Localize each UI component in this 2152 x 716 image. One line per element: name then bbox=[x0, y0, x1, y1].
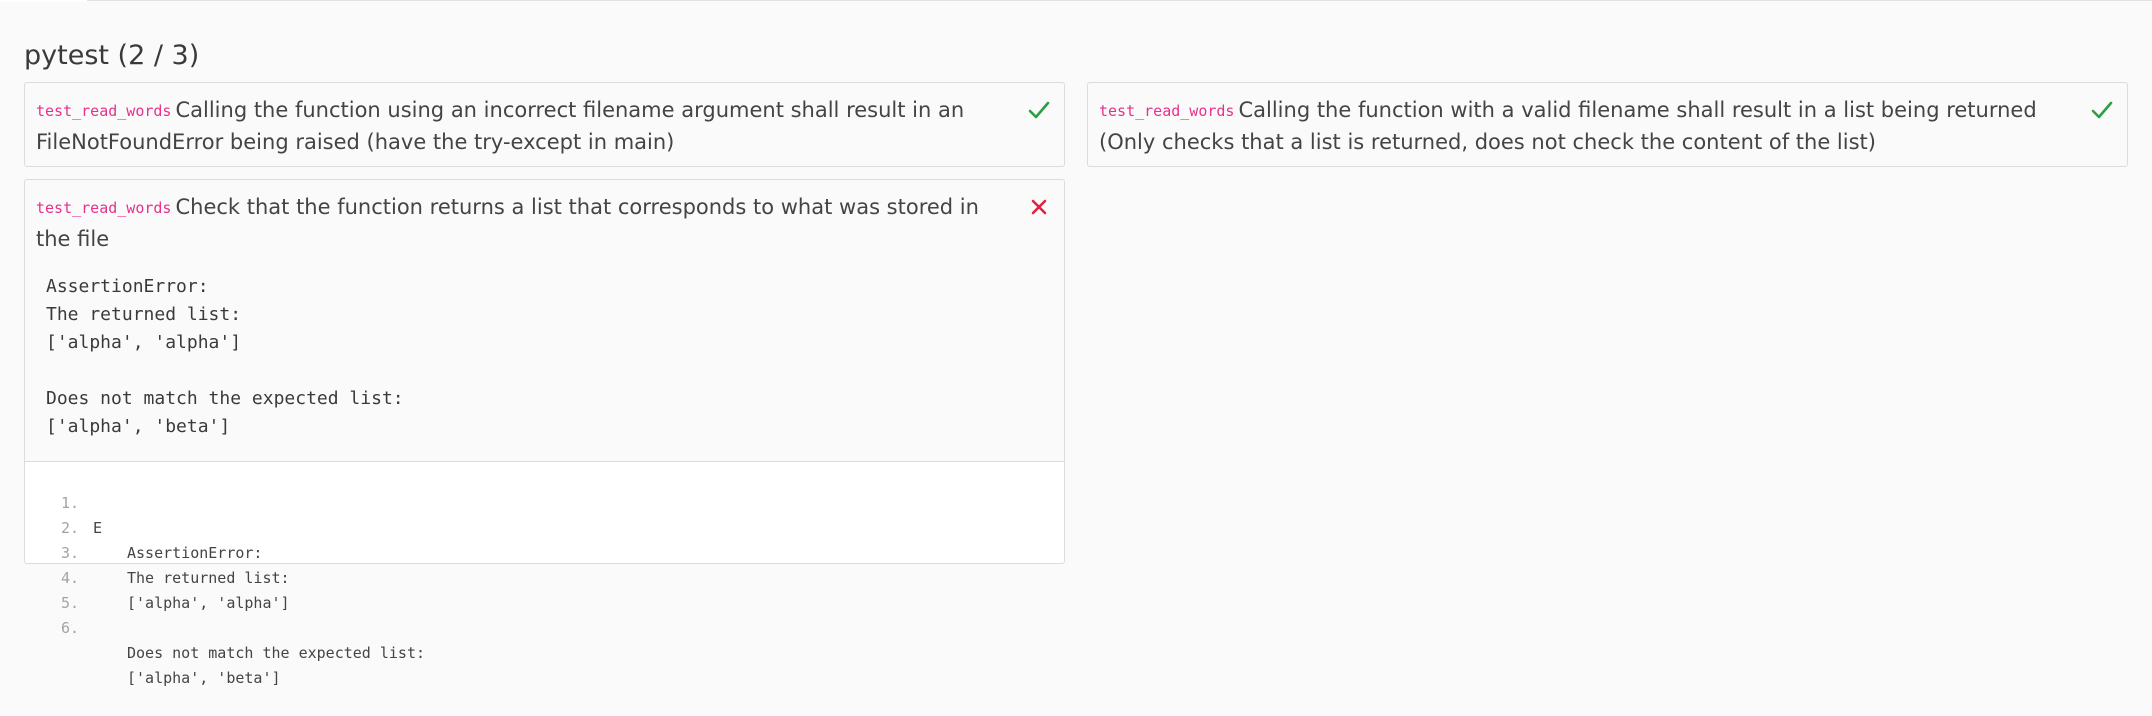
code-line: 4. bbox=[25, 541, 1064, 587]
test-card[interactable]: test_read_words Calling the function with… bbox=[1087, 82, 2128, 167]
code-line: 1. E AssertionError: bbox=[25, 466, 1064, 562]
check-icon bbox=[2089, 97, 2115, 123]
test-name: test_read_words bbox=[36, 199, 172, 217]
line-text: ['alpha', 'beta'] bbox=[127, 669, 281, 687]
failure-message: AssertionError: The returned list: ['alp… bbox=[46, 276, 404, 437]
test-header: test_read_words Check that the function r… bbox=[25, 180, 1064, 255]
top-border bbox=[0, 0, 2152, 1]
test-name: test_read_words bbox=[36, 102, 172, 120]
line-number: 6. bbox=[60, 619, 79, 637]
test-header: test_read_words Calling the function with… bbox=[1088, 83, 2127, 158]
code-line: 3. ['alpha', 'alpha'] bbox=[25, 516, 1064, 612]
test-description: Calling the function with a valid filena… bbox=[1099, 98, 2037, 154]
test-card[interactable]: test_read_words Calling the function usin… bbox=[24, 82, 1065, 167]
code-line: 2. The returned list: bbox=[25, 491, 1064, 587]
test-card[interactable]: test_read_words Check that the function r… bbox=[24, 179, 1065, 687]
check-icon bbox=[1026, 97, 1052, 123]
test-description: Calling the function using an incorrect … bbox=[36, 98, 965, 154]
cross-icon bbox=[1026, 194, 1052, 220]
active-tab-indicator bbox=[0, 0, 87, 2]
section-title: pytest (2 / 3) bbox=[24, 40, 200, 71]
line-text: Does not match the expected list: bbox=[127, 644, 426, 662]
traceback-code-block: 1. E AssertionError: 2. The returned lis… bbox=[25, 461, 1064, 687]
code-line: 5. Does not match the expected list: bbox=[25, 566, 1064, 662]
test-description: Check that the function returns a list t… bbox=[36, 195, 979, 251]
code-line: 6. ['alpha', 'beta'] bbox=[25, 591, 1064, 687]
test-header: test_read_words Calling the function usin… bbox=[25, 83, 1064, 158]
test-name: test_read_words bbox=[1099, 102, 1235, 120]
